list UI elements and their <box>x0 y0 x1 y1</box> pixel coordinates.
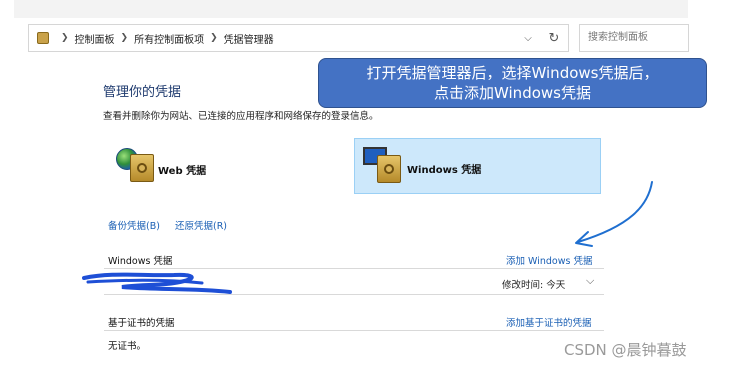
vault-icon <box>130 154 154 182</box>
web-credentials-tile[interactable]: Web 凭据 <box>108 140 298 194</box>
breadcrumb-all-items[interactable]: 所有控制面板项 <box>134 31 204 46</box>
add-cert-credential-link[interactable]: 添加基于证书的凭据 <box>506 315 592 329</box>
windows-credentials-label: Windows 凭据 <box>407 165 482 176</box>
window-top-strip <box>14 0 688 18</box>
backup-credentials-link[interactable]: 备份凭据(B) <box>108 218 160 232</box>
breadcrumb-control-panel[interactable]: 控制面板 <box>75 31 115 46</box>
callout-line-1: 打开凭据管理器后，选择Windows凭据后， <box>366 64 659 82</box>
watermark: CSDN @晨钟暮鼓 <box>564 341 687 359</box>
expand-chevron-icon[interactable]: ⌵ <box>586 274 594 288</box>
annotation-callout: 打开凭据管理器后，选择Windows凭据后， 点击添加Windows凭据 <box>318 58 707 108</box>
address-dropdown-icon[interactable]: ⌵ <box>516 33 540 44</box>
vault-icon <box>377 155 401 183</box>
control-panel-icon <box>37 32 49 44</box>
restore-credentials-link[interactable]: 还原凭据(R) <box>175 218 227 232</box>
refresh-icon[interactable]: ↻ <box>540 31 568 46</box>
breadcrumb-credential-manager[interactable]: 凭据管理器 <box>224 31 274 46</box>
windows-credentials-header: Windows 凭据 <box>108 256 173 267</box>
divider <box>104 268 604 269</box>
address-bar[interactable]: ❯ 控制面板 ❯ 所有控制面板项 ❯ 凭据管理器 ⌵ ↻ <box>28 24 569 52</box>
credential-entry-modified[interactable]: 修改时间: 今天 <box>502 277 565 291</box>
chevron-right-icon: ❯ <box>120 33 129 43</box>
no-certificates-text: 无证书。 <box>108 341 147 352</box>
cert-credentials-header: 基于证书的凭据 <box>108 318 175 329</box>
chevron-right-icon: ❯ <box>210 33 218 43</box>
search-input[interactable]: 搜索控制面板 <box>579 24 689 52</box>
page-subtitle: 查看并删除你为网站、已连接的应用程序和网络保存的登录信息。 <box>103 111 379 122</box>
web-credentials-label: Web 凭据 <box>158 166 207 177</box>
divider <box>104 330 604 331</box>
chevron-right-icon: ❯ <box>61 33 69 43</box>
page-title: 管理你的凭据 <box>103 85 182 100</box>
callout-line-2: 点击添加Windows凭据 <box>434 84 591 102</box>
redaction-scribble <box>82 272 232 294</box>
annotation-arrow-icon <box>575 181 653 247</box>
